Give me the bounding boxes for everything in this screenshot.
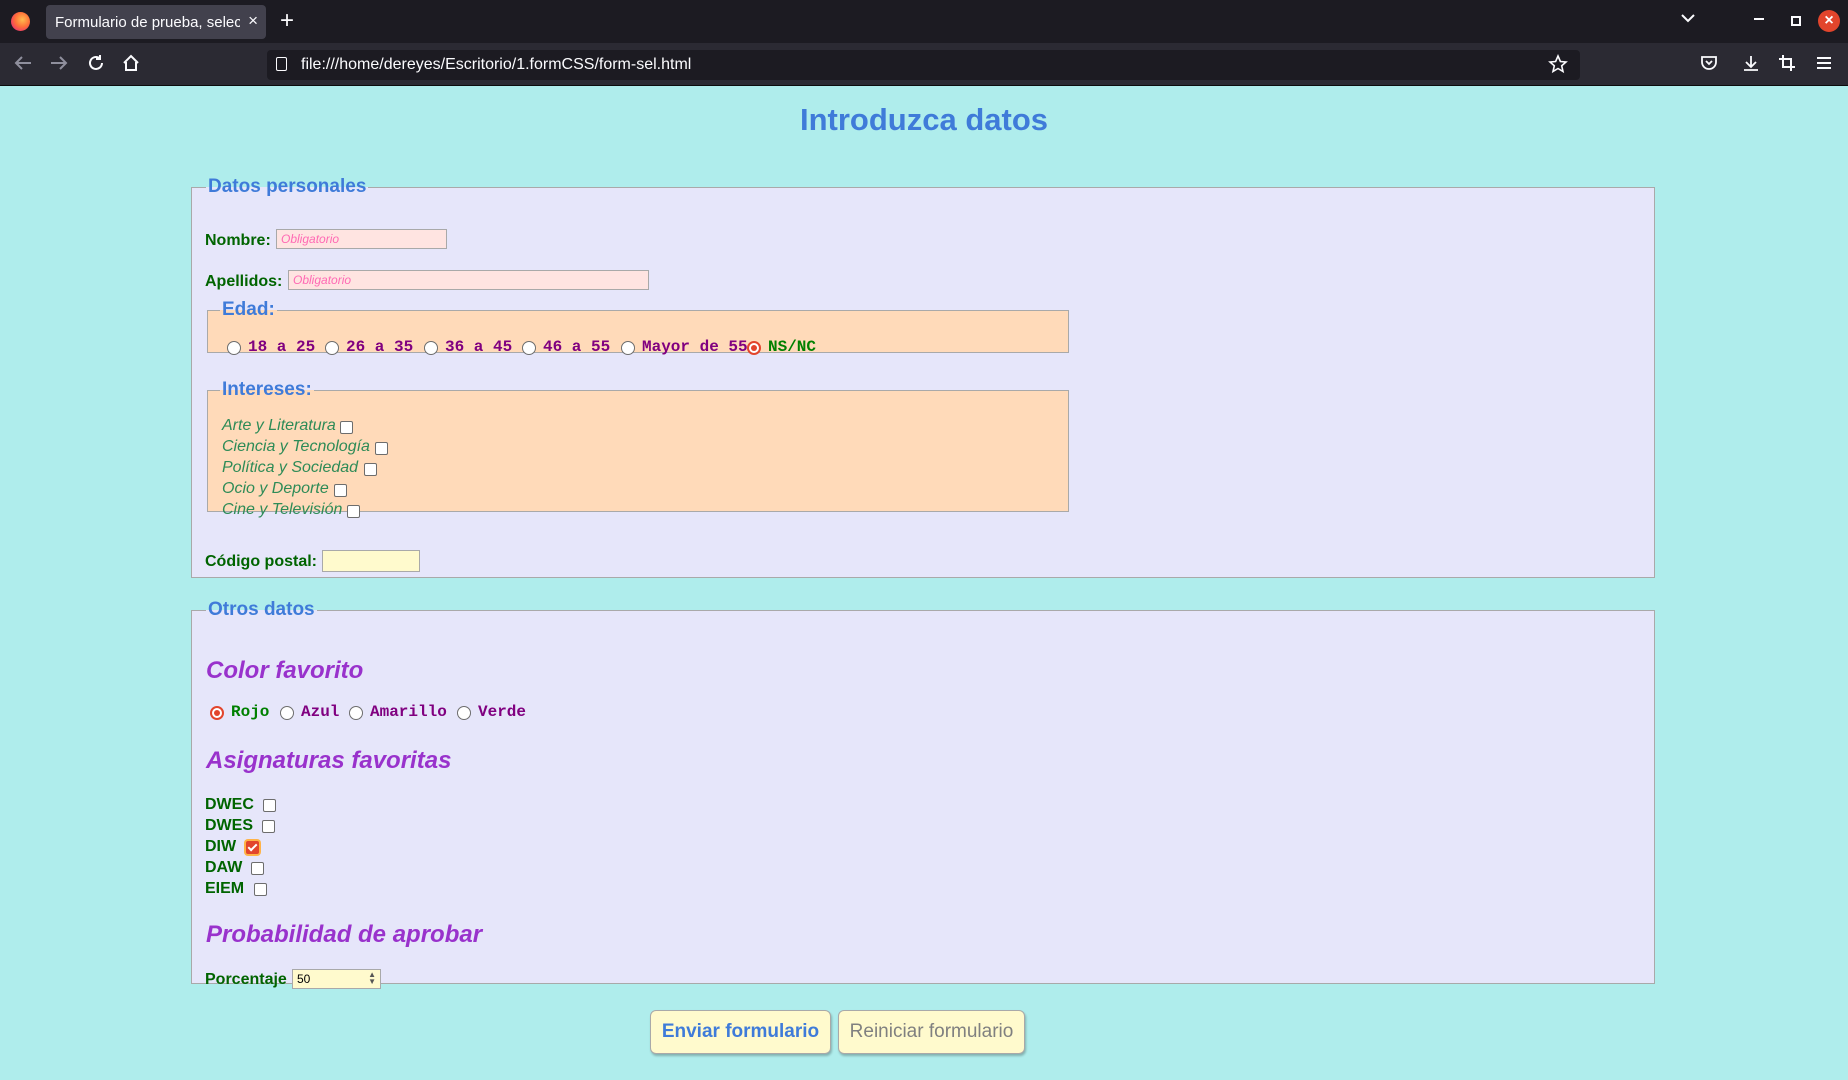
edad-radio-26-35[interactable]	[325, 341, 339, 355]
asignatura-label: DWES	[205, 817, 253, 834]
interes-checkbox-politica[interactable]	[364, 463, 377, 476]
asignaturas-heading: Asignaturas favoritas	[206, 747, 452, 774]
otros-datos-legend: Otros datos	[208, 599, 315, 620]
interes-checkbox-ciencia[interactable]	[375, 442, 388, 455]
new-tab-button[interactable]: +	[280, 8, 294, 34]
edad-option-label: Mayor de 55	[642, 338, 748, 356]
asignatura-label: DIW	[205, 838, 237, 855]
asignatura-label: DWEC	[205, 796, 254, 813]
color-option-label: Amarillo	[370, 703, 447, 721]
close-window-button[interactable]: ×	[1818, 10, 1840, 32]
asignatura-label: EIEM	[205, 880, 245, 897]
asignatura-checkbox-diw[interactable]	[246, 841, 259, 854]
porcentaje-value: 50	[297, 972, 311, 986]
edad-radio-18-25[interactable]	[227, 341, 241, 355]
apellidos-input[interactable]	[288, 270, 649, 290]
edad-option-label: 26 a 35	[346, 338, 414, 356]
asignatura-checkbox-daw[interactable]	[251, 862, 264, 875]
pocket-icon[interactable]	[1700, 54, 1718, 72]
edad-legend: Edad:	[222, 299, 275, 320]
nombre-input[interactable]	[276, 229, 447, 249]
crop-screenshot-icon[interactable]	[1778, 54, 1796, 72]
asignatura-checkbox-eiem[interactable]	[254, 883, 267, 896]
color-option-label: Verde	[478, 703, 527, 721]
intereses-fieldset: Intereses: Arte y Literatura Ciencia y T…	[207, 379, 1069, 518]
intereses-legend: Intereses:	[222, 379, 312, 400]
edad-option-label: 18 a 25	[248, 338, 316, 356]
edad-option-label: NS/NC	[768, 338, 817, 356]
interes-label: Ocio y Deporte	[222, 480, 329, 497]
chevron-down-icon[interactable]	[1680, 13, 1696, 23]
url-text[interactable]: file:///home/dereyes/Escritorio/1.formCS…	[301, 56, 691, 74]
submit-button[interactable]: Enviar formulario	[650, 1010, 831, 1054]
asignatura-checkbox-dwec[interactable]	[263, 799, 276, 812]
edad-radio-mayor-55[interactable]	[621, 341, 635, 355]
firefox-logo-icon	[11, 12, 30, 31]
url-bar[interactable]: file:///home/dereyes/Escritorio/1.formCS…	[267, 50, 1580, 80]
personal-data-fieldset: Datos personales Nombre: Apellidos: Edad…	[191, 176, 1655, 578]
interes-checkbox-ocio[interactable]	[334, 484, 347, 497]
codigo-postal-input[interactable]	[322, 550, 420, 572]
interes-label: Ciencia y Tecnología	[222, 438, 370, 455]
tab-close-icon[interactable]: ×	[248, 11, 258, 31]
color-favorito-heading: Color favorito	[206, 657, 364, 684]
edad-option-label: 46 a 55	[543, 338, 611, 356]
back-arrow-icon[interactable]	[14, 55, 32, 71]
browser-tab-bar: Formulario de prueba, selecciones × + ×	[0, 0, 1848, 43]
porcentaje-number-input[interactable]: 50 ▲ ▼	[292, 969, 381, 989]
color-option-label: Rojo	[231, 703, 270, 721]
color-radio-azul[interactable]	[280, 706, 294, 720]
browser-tab[interactable]: Formulario de prueba, selecciones ×	[46, 5, 266, 39]
personal-data-legend: Datos personales	[208, 176, 367, 197]
page-content: Introduzca datos Datos personales Nombre…	[0, 86, 1848, 1080]
bookmark-star-icon[interactable]	[1548, 54, 1568, 76]
interes-label: Política y Sociedad	[222, 459, 359, 476]
interes-label: Cine y Televisión	[222, 501, 343, 518]
reload-icon[interactable]	[87, 54, 105, 72]
download-icon[interactable]	[1742, 54, 1760, 72]
porcentaje-label: Porcentaje	[205, 971, 287, 988]
codigo-postal-label: Código postal:	[205, 553, 317, 570]
probabilidad-heading: Probabilidad de aprobar	[206, 921, 483, 948]
edad-fieldset: Edad: 18 a 25 26 a 35 36 a 45 46 a 55 Ma…	[207, 299, 1069, 356]
interes-label: Arte y Literatura	[222, 417, 336, 434]
asignatura-label: DAW	[205, 859, 243, 876]
page-icon	[276, 57, 287, 71]
interes-checkbox-arte[interactable]	[340, 421, 353, 434]
minimize-window-button[interactable]	[1754, 18, 1764, 20]
nombre-label: Nombre:	[205, 232, 271, 249]
edad-option-label: 36 a 45	[445, 338, 513, 356]
maximize-window-button[interactable]	[1791, 16, 1801, 26]
color-option-label: Azul	[301, 703, 340, 721]
reset-button[interactable]: Reiniciar formulario	[838, 1010, 1025, 1054]
forward-arrow-icon[interactable]	[50, 55, 68, 71]
home-icon[interactable]	[122, 54, 140, 72]
edad-radio-46-55[interactable]	[522, 341, 536, 355]
asignatura-checkbox-dwes[interactable]	[262, 820, 275, 833]
page-title: Introduzca datos	[799, 102, 1048, 137]
edad-radio-36-45[interactable]	[424, 341, 438, 355]
otros-datos-fieldset: Otros datos Color favorito Rojo Azul Ama…	[191, 599, 1655, 989]
edad-radio-nsnc[interactable]	[747, 341, 761, 355]
menu-icon[interactable]	[1815, 55, 1833, 71]
spinner-arrows-icon[interactable]: ▲ ▼	[368, 971, 376, 986]
color-radio-amarillo[interactable]	[349, 706, 363, 720]
color-radio-rojo[interactable]	[210, 706, 224, 720]
tab-title: Formulario de prueba, selecciones	[55, 14, 240, 31]
color-radio-verde[interactable]	[457, 706, 471, 720]
apellidos-label: Apellidos:	[205, 273, 283, 290]
interes-checkbox-cine[interactable]	[347, 505, 360, 518]
